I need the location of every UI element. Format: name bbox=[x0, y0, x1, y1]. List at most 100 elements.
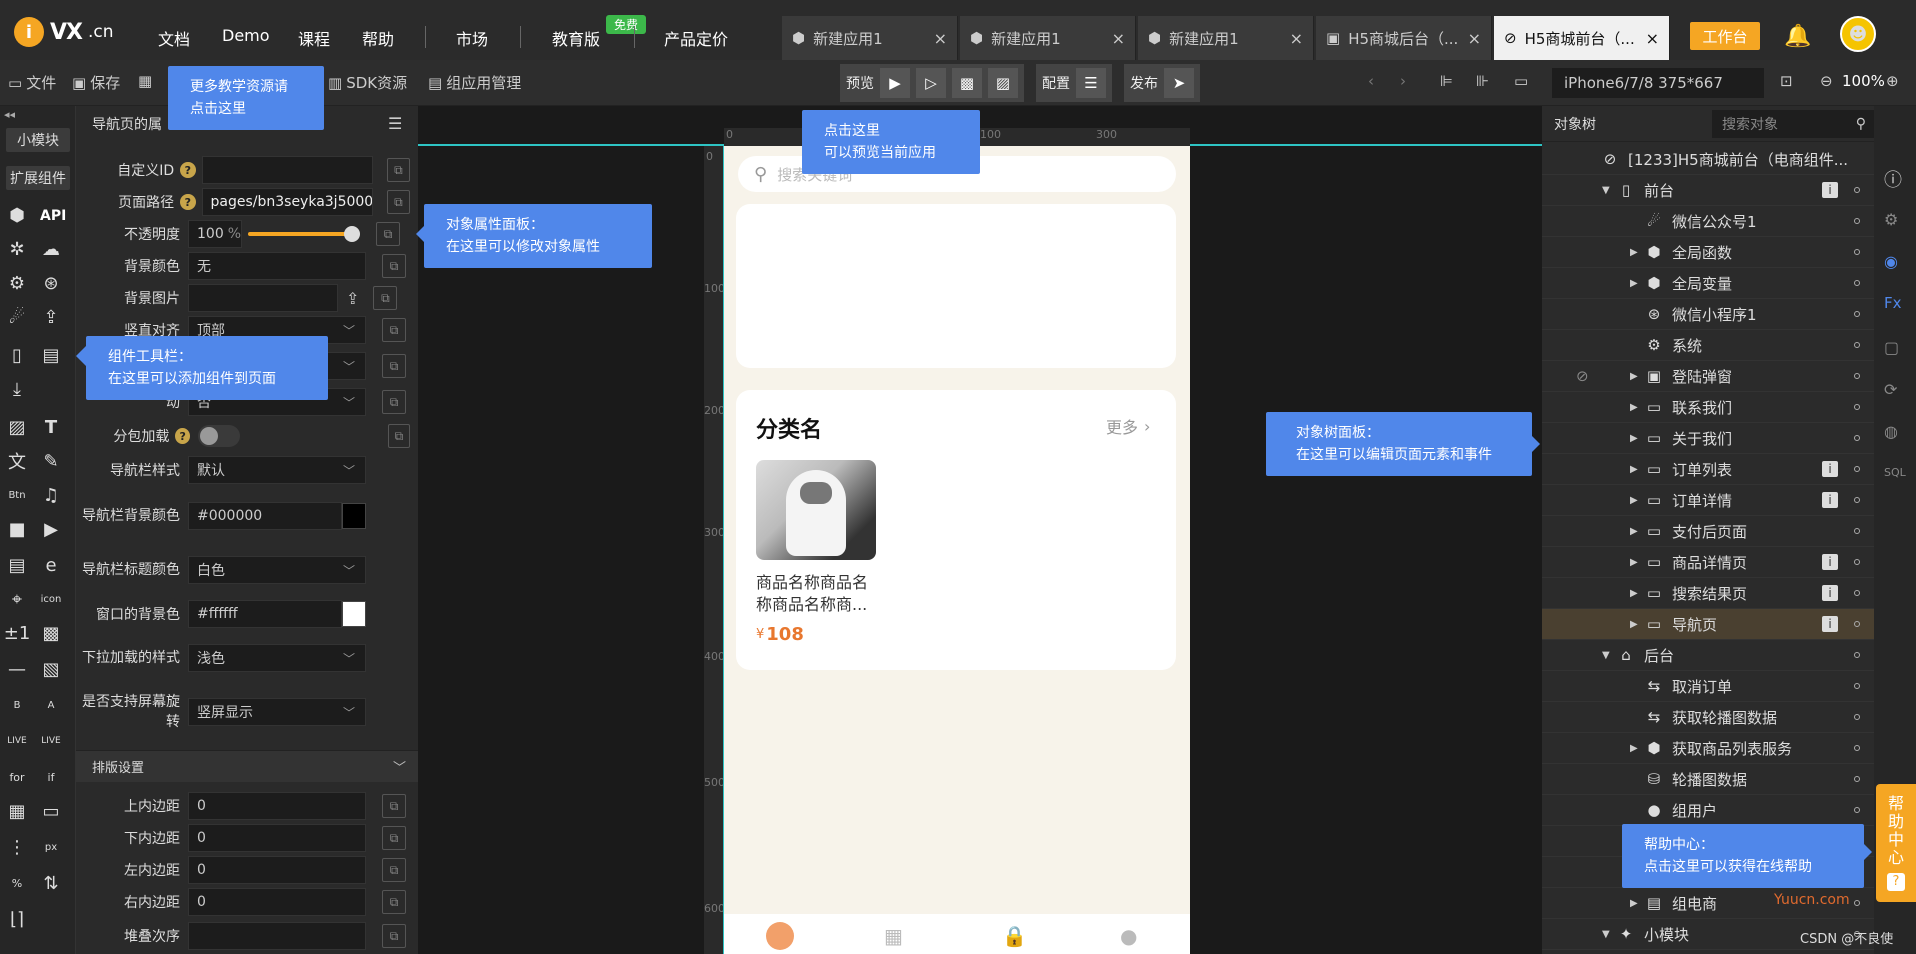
visibility-dot-icon[interactable] bbox=[1854, 187, 1860, 193]
tooltip-help[interactable]: 帮助中心： 点击这里可以获得在线帮助 bbox=[1622, 824, 1864, 888]
copy-icon[interactable]: ⧉ bbox=[382, 890, 406, 914]
cube-icon[interactable]: ⬢ bbox=[4, 202, 30, 228]
sort-icon[interactable]: ⇅ bbox=[38, 870, 64, 896]
file-menu[interactable]: ▭ 文件 bbox=[8, 72, 56, 93]
layout-icon[interactable]: ▦ bbox=[4, 798, 30, 824]
logo[interactable]: i VX .cn bbox=[14, 16, 114, 48]
help-icon[interactable]: ? bbox=[175, 428, 190, 444]
tree-item[interactable]: ▶ ▭ 导航页 i bbox=[1542, 609, 1874, 640]
padding-right-input[interactable]: 0 bbox=[188, 888, 366, 916]
device-select[interactable]: iPhone6/7/8 375*667 bbox=[1552, 68, 1764, 98]
visibility-dot-icon[interactable] bbox=[1854, 466, 1860, 472]
copy-icon[interactable]: ⧉ bbox=[376, 222, 400, 246]
help-icon[interactable]: ? bbox=[180, 194, 196, 210]
copy-icon[interactable]: ⧉ bbox=[387, 424, 410, 448]
copy-icon[interactable]: ⧉ bbox=[382, 826, 406, 850]
visibility-dot-icon[interactable] bbox=[1854, 590, 1860, 596]
tree-item[interactable]: ⊛ 微信小程序1 bbox=[1542, 299, 1874, 330]
function-icon[interactable]: Fx bbox=[1884, 294, 1902, 312]
qrcode-icon[interactable]: ▩ bbox=[38, 620, 64, 646]
tooltip-teaching[interactable]: 更多教学资源请 点击这里 bbox=[168, 66, 324, 130]
tree-item[interactable]: ▶ ▭ 商品详情页 i bbox=[1542, 547, 1874, 578]
copy-icon[interactable]: ⧉ bbox=[382, 354, 406, 378]
tree-search-input[interactable]: 搜索对象 ⚲ bbox=[1712, 109, 1874, 138]
text-icon[interactable]: T bbox=[38, 414, 64, 440]
upload-icon[interactable]: ⇪ bbox=[346, 289, 359, 308]
opacity-input[interactable]: 100% bbox=[188, 220, 242, 248]
caret-right-icon[interactable]: ▶ bbox=[1630, 588, 1644, 599]
layout-section-header[interactable]: 排版设置 ﹀ bbox=[76, 750, 418, 782]
visibility-dot-icon[interactable] bbox=[1854, 745, 1860, 751]
redo-icon[interactable]: › bbox=[1400, 72, 1406, 90]
menu-icon[interactable]: ☰ bbox=[388, 114, 402, 133]
bg-image-input[interactable] bbox=[188, 284, 338, 312]
nav-market[interactable]: 市场 bbox=[456, 26, 488, 50]
bracket-icon[interactable]: ⌊⌉ bbox=[4, 906, 30, 932]
data-icon[interactable]: ▢ bbox=[1884, 338, 1899, 357]
btn-icon[interactable]: Btn bbox=[4, 482, 30, 508]
caret-down-icon[interactable]: ▼ bbox=[1602, 185, 1616, 196]
window-bg-input[interactable]: #ffffff bbox=[188, 600, 342, 628]
tab-app-1[interactable]: ⬢ 新建应用1 × bbox=[782, 16, 958, 60]
bg-icon[interactable]: B bbox=[4, 692, 30, 718]
visibility-dot-icon[interactable] bbox=[1854, 249, 1860, 255]
info-icon[interactable]: i bbox=[1822, 585, 1838, 601]
copy-icon[interactable]: ⧉ bbox=[382, 794, 406, 818]
qrcode-alt-icon[interactable]: ▨ bbox=[988, 68, 1018, 98]
subpackage-toggle[interactable] bbox=[197, 425, 240, 447]
vertical-dots-icon[interactable]: ⋮ bbox=[4, 834, 30, 860]
visibility-dot-icon[interactable] bbox=[1854, 435, 1860, 441]
download-icon[interactable]: ⤓ bbox=[4, 376, 30, 402]
bg-color-input[interactable]: 无 bbox=[188, 252, 366, 280]
custom-id-input[interactable] bbox=[201, 156, 373, 184]
close-icon[interactable]: × bbox=[1112, 29, 1125, 48]
caret-right-icon[interactable]: ▶ bbox=[1630, 433, 1644, 444]
visibility-dot-icon[interactable] bbox=[1854, 404, 1860, 410]
visibility-dot-icon[interactable] bbox=[1854, 528, 1860, 534]
info-icon[interactable]: i bbox=[1822, 554, 1838, 570]
tree-item[interactable]: ▼ ▯ 前台 i bbox=[1542, 175, 1874, 206]
help-center-button[interactable]: 帮 助 中 心 ? bbox=[1876, 784, 1916, 902]
stepper-icon[interactable]: ±1 bbox=[4, 620, 31, 646]
caret-right-icon[interactable]: ▶ bbox=[1630, 495, 1644, 506]
caret-right-icon[interactable]: ▶ bbox=[1630, 557, 1644, 568]
wechat-icon[interactable]: ☄ bbox=[4, 304, 30, 330]
tooltip-property[interactable]: 对象属性面板： 在这里可以修改对象属性 bbox=[424, 204, 652, 268]
sliders-icon[interactable]: ☰ bbox=[1076, 68, 1106, 98]
bell-icon[interactable]: 🔔 bbox=[1784, 24, 1811, 49]
ext-component-button[interactable]: 扩展组件 bbox=[6, 166, 70, 190]
nav-demo[interactable]: Demo bbox=[222, 26, 270, 45]
settings-icon[interactable]: ⚙ bbox=[1884, 210, 1898, 229]
info-icon[interactable]: i bbox=[1822, 461, 1838, 477]
tree-item[interactable]: ▶ ⬢ 获取商品列表服务 bbox=[1542, 733, 1874, 764]
user-tab-icon[interactable]: ● bbox=[1120, 924, 1137, 948]
help-icon[interactable]: ? bbox=[180, 162, 196, 178]
qrcode-icon[interactable]: ▩ bbox=[952, 68, 982, 98]
sdk-resource-button[interactable]: ▥ SDK资源 bbox=[328, 72, 407, 93]
tooltip-preview[interactable]: 点击这里 可以预览当前应用 bbox=[802, 110, 980, 174]
copy-icon[interactable]: ⧉ bbox=[382, 924, 406, 948]
tab-object-tree[interactable]: 对象树 bbox=[1554, 114, 1596, 134]
px-icon[interactable]: px bbox=[38, 834, 64, 860]
tree-item[interactable]: ⇆ 取消订单 bbox=[1542, 671, 1874, 702]
monitor-icon[interactable]: ▭ bbox=[1514, 72, 1528, 90]
tree-item[interactable]: ⚙ 系统 bbox=[1542, 330, 1874, 361]
info-icon[interactable]: i bbox=[1822, 616, 1838, 632]
list-card-icon[interactable]: ▤ bbox=[38, 342, 64, 368]
padding-left-input[interactable]: 0 bbox=[188, 856, 366, 884]
home-tab-icon[interactable] bbox=[766, 922, 794, 950]
tooltip-tree[interactable]: 对象树面板： 在这里可以编辑页面元素和事件 bbox=[1266, 412, 1532, 476]
visibility-dot-icon[interactable] bbox=[1854, 621, 1860, 627]
rotation-select[interactable]: 竖屏显示 ﹀ bbox=[188, 698, 366, 726]
caret-right-icon[interactable]: ▶ bbox=[1630, 247, 1644, 258]
tooltip-component[interactable]: 组件工具栏： 在这里可以添加组件到页面 bbox=[86, 336, 328, 400]
tab-h5-frontend[interactable]: ⊘ H5商城前台（... × bbox=[1494, 16, 1670, 60]
copy-icon[interactable]: ⧉ bbox=[382, 254, 406, 278]
visibility-dot-icon[interactable] bbox=[1854, 900, 1860, 906]
tree-item[interactable]: ⛁ 轮播图数据 bbox=[1542, 764, 1874, 795]
sql-icon[interactable]: SQL bbox=[1884, 466, 1906, 479]
nav-pricing[interactable]: 产品定价 bbox=[664, 26, 728, 50]
map-pin-icon[interactable]: ⌖ bbox=[4, 586, 30, 612]
visibility-dot-icon[interactable] bbox=[1854, 497, 1860, 503]
if-icon[interactable]: if bbox=[38, 764, 64, 790]
